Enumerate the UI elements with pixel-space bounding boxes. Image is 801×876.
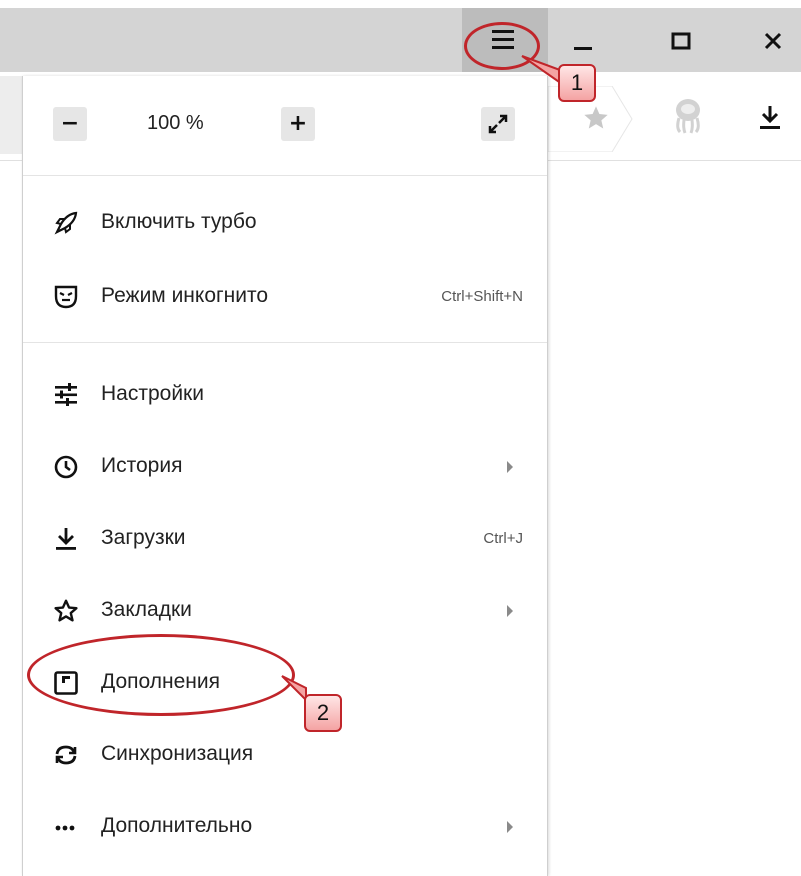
annotation-badge-1: 1	[558, 64, 596, 102]
annotation-badge-2: 2	[304, 694, 342, 732]
annotation-pointer-lines	[281, 55, 564, 703]
